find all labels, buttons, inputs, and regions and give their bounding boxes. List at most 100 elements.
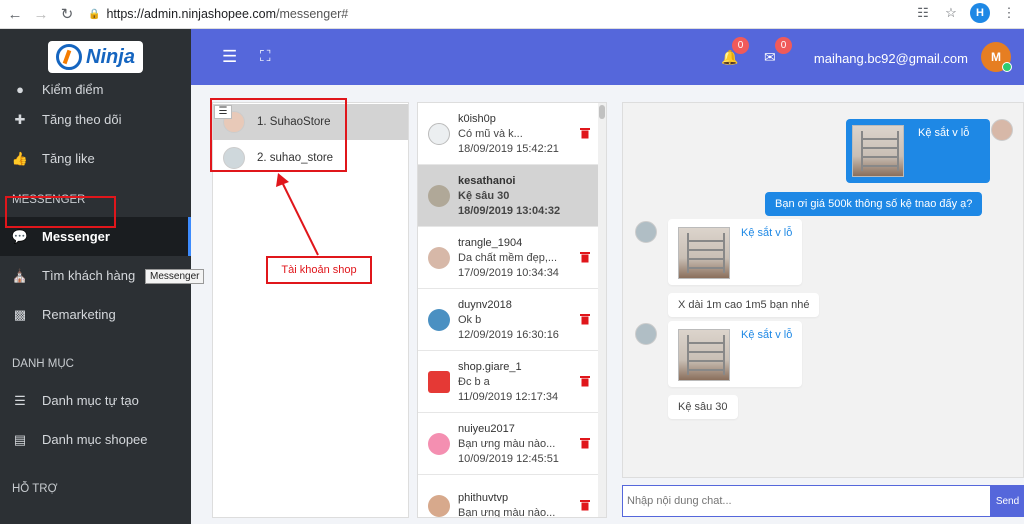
trash-icon[interactable]: [580, 251, 590, 263]
product-thumbnail[interactable]: [852, 125, 904, 177]
user-email[interactable]: maihang.bc92@gmail.com: [814, 51, 968, 66]
conversation-avatar: [428, 246, 450, 269]
sidebar-item-label: Danh mục shopee: [42, 432, 148, 447]
section-hotro-heading: HỖ TRỢ: [12, 482, 58, 495]
ninja-logo[interactable]: Ninja: [48, 41, 143, 73]
highlight-box-shops: [210, 98, 347, 172]
product-link[interactable]: Kệ sắt v lỗ: [741, 227, 792, 239]
lock-icon: 🔒: [88, 8, 101, 20]
conversation-item[interactable]: duynv2018 Ok b 12/09/2019 16:30:16: [418, 289, 606, 351]
conversation-name: shop.giare_1: [458, 360, 522, 373]
trash-icon[interactable]: [580, 127, 590, 139]
conversation-item[interactable]: shop.giare_1 Đc b a 11/09/2019 12:17:34: [418, 351, 606, 413]
sidebar-item-label: Tăng like: [42, 151, 95, 166]
user-avatar[interactable]: M: [981, 42, 1012, 72]
conversation-avatar: [428, 122, 450, 145]
conversation-preview: Da chất mềm đẹp,...: [458, 251, 558, 264]
messenger-tooltip: Messenger: [145, 269, 205, 284]
receiver-avatar: [635, 221, 657, 243]
conversation-preview: Ok b: [458, 313, 482, 326]
trash-icon[interactable]: [580, 499, 590, 511]
conversation-time: 11/09/2019 12:17:34: [458, 390, 559, 403]
address-bar[interactable]: 🔒 https://admin.ninjashopee.com/messenge…: [88, 3, 348, 25]
message-sent-text: Bạn ơi giá 500k thông số kệ tnao đấy ạ?: [765, 192, 983, 216]
logo-text: Ninja: [86, 45, 135, 68]
conversation-item[interactable]: kesathanoi Kệ sâu 30 18/09/2019 13:04:32: [418, 165, 606, 227]
thumbs-up-icon: 👍: [11, 150, 29, 166]
conversation-name: nuiyeu2017: [458, 422, 515, 435]
scrollbar-thumb[interactable]: [599, 105, 605, 119]
product-link[interactable]: Kệ sắt v lỗ: [741, 329, 792, 341]
reload-icon[interactable]: ↻: [56, 3, 78, 25]
message-received-text: X dài 1m cao 1m5 bạn nhé: [668, 293, 820, 317]
bell-icon[interactable]: 🔔 0: [721, 37, 749, 67]
hamburger-menu-icon[interactable]: ☰: [222, 47, 237, 67]
trash-icon[interactable]: [580, 437, 590, 449]
conversation-avatar: [428, 494, 450, 517]
product-link[interactable]: Kệ sắt v lỗ: [918, 127, 969, 139]
list-icon: ☰: [14, 392, 26, 408]
sidebar-item-danh-muc-shopee[interactable]: ▤ Danh mục shopee: [0, 420, 191, 459]
conversation-scrollbar[interactable]: [598, 103, 606, 517]
conversation-preview: Có mũ và k...: [458, 127, 523, 140]
conversation-item[interactable]: trangle_1904 Da chất mềm đẹp,... 17/09/2…: [418, 227, 606, 289]
sidebar-item-partial[interactable]: ● Kiểm điểm: [0, 81, 191, 97]
top-header: ☰ ⛶ 🔔 0 ✉ 0 maihang.bc92@gmail.com M: [191, 29, 1024, 85]
conversation-item[interactable]: k0ish0p Có mũ và k... 18/09/2019 15:42:2…: [418, 103, 606, 165]
mail-count-badge: 0: [775, 37, 792, 54]
send-button[interactable]: Send: [991, 485, 1024, 517]
sidebar-item-label: Tăng theo dõi: [42, 112, 122, 127]
conversation-preview: Đc b a: [458, 375, 490, 388]
chat-message-input[interactable]: [622, 485, 991, 517]
list-alt-icon: ▤: [13, 431, 27, 447]
star-icon[interactable]: ☆: [942, 4, 960, 22]
sidebar-item-label: Kiểm điểm: [42, 82, 104, 97]
conversation-name: duynv2018: [458, 298, 512, 311]
product-thumbnail[interactable]: [678, 329, 730, 381]
message-received-image: Kệ sắt v lỗ: [668, 219, 802, 285]
conversation-list: k0ish0p Có mũ và k... 18/09/2019 15:42:2…: [417, 102, 607, 518]
conversation-item[interactable]: nuiyeu2017 Bạn ưng màu nào... 10/09/2019…: [418, 413, 606, 475]
conversation-time: 18/09/2019 13:04:32: [458, 204, 561, 217]
logo-area: Ninja: [0, 29, 191, 85]
conversation-avatar: [428, 308, 450, 331]
mail-icon[interactable]: ✉ 0: [764, 37, 792, 67]
sidebar-item-tang-like[interactable]: 👍 Tăng like: [0, 139, 191, 178]
bank-icon: ⛪: [11, 267, 29, 283]
message-received-text: Kệ sâu 30: [668, 395, 738, 419]
conversation-preview: Bạn ưng màu nào...: [458, 507, 556, 518]
conversation-name: k0ish0p: [458, 112, 496, 125]
conversation-preview: Bạn ưng màu nào...: [458, 437, 556, 450]
conversation-avatar: [428, 184, 450, 207]
conversation-name: kesathanoi: [458, 174, 516, 187]
chat-icon: 💬: [11, 228, 29, 244]
sidebar-item-label: Danh mục tự tạo: [42, 393, 139, 408]
url-host: https://admin.ninjashopee.com: [106, 7, 276, 21]
section-danhmuc-heading: DANH MỤC: [12, 357, 74, 370]
product-thumbnail[interactable]: [678, 227, 730, 279]
highlight-box-messenger: [5, 196, 116, 228]
bell-count-badge: 0: [732, 37, 749, 54]
sender-avatar: [991, 119, 1013, 141]
conversation-time: 18/09/2019 15:42:21: [458, 142, 559, 155]
conversation-name: trangle_1904: [458, 236, 523, 249]
sidebar-item-tang-theo-doi[interactable]: ✚ Tăng theo dõi: [0, 100, 191, 139]
sidebar-item-remarketing[interactable]: ▩ Remarketing: [0, 295, 191, 334]
chat-panel: Kệ sắt v lỗ Bạn ơi giá 500k thông số kệ …: [622, 102, 1024, 478]
sidebar-item-danh-muc-tu-tao[interactable]: ☰ Danh mục tự tạo: [0, 381, 191, 420]
back-arrow-icon[interactable]: ←: [4, 3, 26, 25]
translate-icon[interactable]: ☷: [914, 4, 932, 22]
trash-icon[interactable]: [580, 375, 590, 387]
receiver-avatar: [635, 323, 657, 345]
fullscreen-icon[interactable]: ⛶: [260, 48, 271, 65]
annotation-label: Tài khoản shop: [266, 256, 372, 284]
browser-profile-avatar[interactable]: H: [970, 3, 990, 23]
more-vert-icon[interactable]: ⋮: [1000, 4, 1018, 22]
logo-mark-icon: [56, 44, 83, 70]
forward-arrow-icon[interactable]: →: [30, 3, 52, 25]
message-received-image: Kệ sắt v lỗ: [668, 321, 802, 387]
user-plus-icon: ✚: [14, 111, 26, 127]
trash-icon[interactable]: [580, 313, 590, 325]
sidebar-item-label: Tìm khách hàng: [42, 268, 136, 283]
conversation-item[interactable]: phithuvtvp Bạn ưng màu nào...: [418, 475, 606, 518]
